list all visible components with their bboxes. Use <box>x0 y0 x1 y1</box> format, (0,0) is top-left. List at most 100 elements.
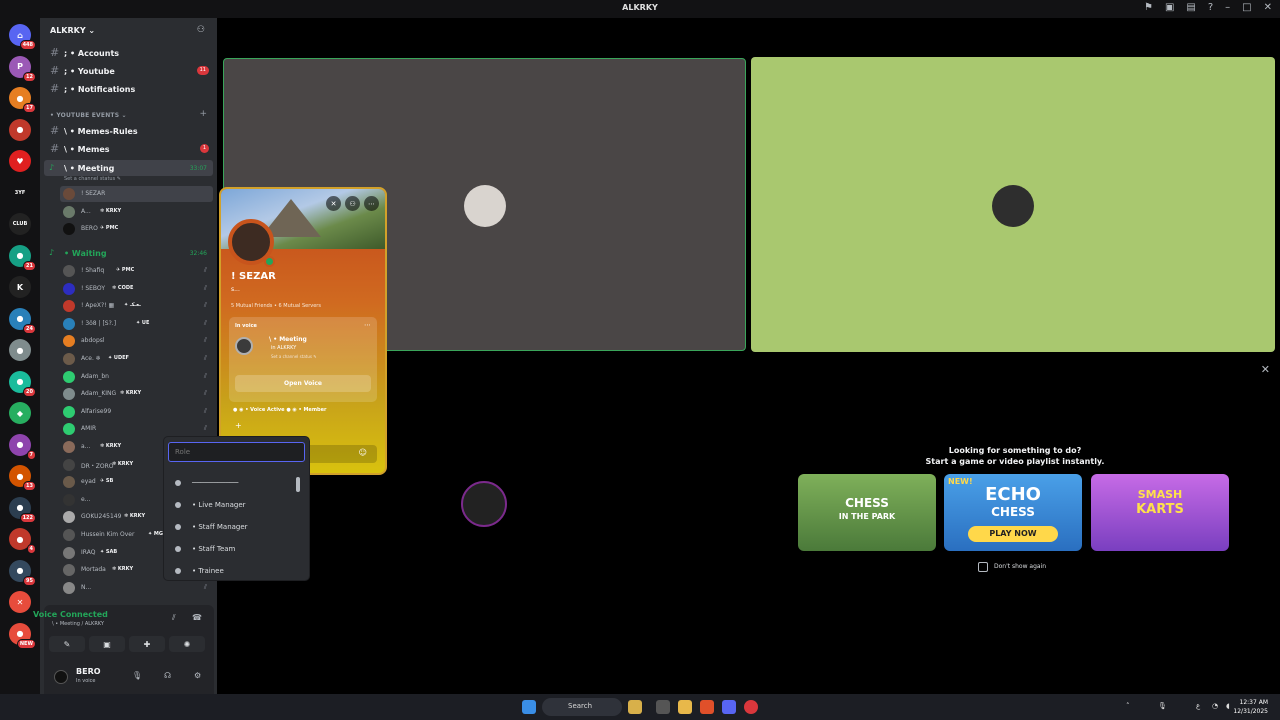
channel-memes[interactable]: # \ • Memes 1 <box>40 141 217 157</box>
minimize-icon[interactable]: – <box>1225 2 1230 13</box>
screen-icon[interactable]: ▣ <box>1165 2 1174 13</box>
role-option-live-manager[interactable]: • Live Manager <box>172 497 292 515</box>
activity-card-smash-karts[interactable]: SMASH KARTS <box>1091 474 1229 551</box>
guild-server-6[interactable]: ● <box>9 339 31 361</box>
video-tile-participant[interactable] <box>751 57 1275 352</box>
open-voice-button[interactable]: Open Voice <box>235 375 371 392</box>
soundboard-button[interactable]: ✺ <box>169 636 205 652</box>
voice-member[interactable]: Adam_KING ❄ KRKY ⫽ <box>60 386 213 402</box>
volume-icon[interactable]: ◖ <box>1226 702 1230 710</box>
disconnect-icon[interactable]: ☎ <box>192 613 202 622</box>
guild-server-p[interactable]: P 12 <box>9 55 36 82</box>
add-channel-icon[interactable]: + <box>199 109 207 119</box>
dont-show-label[interactable]: Don't show again <box>994 563 1046 570</box>
mic-icon[interactable]: 🎙 <box>1158 702 1167 710</box>
role-option-staff-manager[interactable]: • Staff Manager <box>172 519 292 537</box>
guild-server-12[interactable]: ● 4 <box>9 528 36 554</box>
voice-member[interactable]: Adam_bn ⫽ <box>60 369 213 385</box>
guild-server-new[interactable]: ● NEW <box>9 622 36 649</box>
guild-server-2[interactable]: ● 17 <box>9 87 36 113</box>
mutual-info[interactable]: 5 Mutual Friends • 6 Mutual Servers <box>231 303 321 309</box>
guild-server-13[interactable]: ● 95 <box>9 559 36 586</box>
role-option-staff-team[interactable]: • Staff Team <box>172 541 292 559</box>
language-icon[interactable]: ع <box>1196 702 1200 710</box>
taskbar-search[interactable]: Search <box>542 698 622 716</box>
activity-card-echo-chess[interactable]: NEW! ECHO CHESS PLAY NOW <box>944 474 1082 551</box>
guild-server-11[interactable]: ● 122 <box>9 496 36 523</box>
voice-channel-meeting[interactable]: ♪ \ • Meeting 33:07 <box>44 160 213 176</box>
channel-memes-rules[interactable]: # \ • Memes-Rules <box>40 123 217 139</box>
more-icon[interactable]: ⋯ <box>364 321 371 329</box>
guild-server-4[interactable]: ● 21 <box>9 244 36 271</box>
guild-server-3yf[interactable]: 3YF <box>9 181 31 204</box>
channel-notifications[interactable]: # ; • Notifications <box>40 81 217 97</box>
discord-icon[interactable] <box>722 700 736 714</box>
guild-server-9[interactable]: ● 7 <box>9 433 36 460</box>
mic-icon[interactable]: 🎙 <box>132 671 142 680</box>
maximize-icon[interactable]: □ <box>1242 2 1251 13</box>
guild-server-7[interactable]: ● 20 <box>9 370 36 397</box>
server-name[interactable]: ALKRKY ⌄ <box>50 26 95 35</box>
guild-server-club[interactable]: CLUB <box>9 213 31 235</box>
guild-server-heart[interactable]: ♥ <box>9 150 31 172</box>
voice-member[interactable]: abdopsl ⫽ <box>60 333 213 349</box>
voice-connected-sub[interactable]: \ • Meeting / ALKRKY <box>52 621 104 627</box>
wifi-icon[interactable]: ◔ <box>1212 702 1218 710</box>
emoji-icon[interactable]: ☺ <box>359 448 367 457</box>
role-option-trainee[interactable]: • Trainee <box>172 563 292 581</box>
voice-connected-title[interactable]: Voice Connected <box>33 610 108 619</box>
more-icon[interactable]: ⋯ <box>364 196 379 211</box>
add-member-icon[interactable]: ⚇ <box>197 25 205 35</box>
voice-member[interactable]: ! SEZAR <box>60 186 213 202</box>
task-view-icon[interactable] <box>656 700 670 714</box>
gear-icon[interactable]: ⚙ <box>194 671 201 680</box>
voice-member[interactable]: ! ApeX?! ▦ ✦ ـعـكـ ⫽ <box>60 298 213 314</box>
bero-avatar-tile[interactable] <box>461 481 507 527</box>
dont-show-checkbox[interactable] <box>978 562 988 572</box>
play-now-button[interactable]: PLAY NOW <box>968 526 1058 542</box>
voice-channel-waiting[interactable]: ♪ • Waiting 32:46 <box>44 245 213 261</box>
scrollbar[interactable] <box>296 477 300 492</box>
channel-status[interactable]: Set a channel status ✎ <box>64 176 121 182</box>
guild-server-14[interactable]: ✕ <box>9 591 31 613</box>
inbox-icon[interactable]: ⚑ <box>1144 2 1153 13</box>
guild-server-5[interactable]: ● 24 <box>9 307 36 334</box>
chevron-up-icon[interactable]: ˄ <box>1126 702 1130 710</box>
screen-icon-2[interactable]: ▤ <box>1186 2 1195 13</box>
role-search-input[interactable] <box>168 442 305 462</box>
guild-server-8[interactable]: ◆ <box>9 402 31 424</box>
add-friend-icon[interactable]: ⚇ <box>345 196 360 211</box>
app-icon[interactable] <box>628 700 642 714</box>
guild-server-anime[interactable]: ● <box>9 118 31 141</box>
channel-youtube[interactable]: # ; • Youtube 11 <box>40 63 217 79</box>
voice-member[interactable]: Ace. ❄ ✦ UDEF ⫽ <box>60 351 213 367</box>
app-icon-red[interactable] <box>744 700 758 714</box>
avatar[interactable] <box>54 670 68 684</box>
voice-member[interactable]: ! Shafiq ✈ PMC ⫽ <box>60 263 213 279</box>
role-option-divider[interactable]: ─────────── <box>172 475 292 493</box>
camera-off-button[interactable]: ✎ <box>49 636 85 652</box>
guild-server-k[interactable]: K <box>9 276 31 298</box>
server-header[interactable]: ALKRKY ⌄ ⚇ <box>40 18 217 44</box>
channel-accounts[interactable]: # ; • Accounts <box>40 45 217 61</box>
close-icon[interactable]: ✕ <box>1264 2 1272 13</box>
voice-member[interactable]: AMIR ⫽ <box>60 421 213 437</box>
help-icon[interactable]: ? <box>1208 2 1213 13</box>
add-role-icon[interactable]: + <box>235 421 242 430</box>
voice-member[interactable]: ! SEBOY ❄ CODE ⫽ <box>60 281 213 297</box>
close-icon[interactable]: ✕ <box>1261 363 1270 376</box>
close-icon[interactable]: ✕ <box>326 196 341 211</box>
screen-share-button[interactable]: ▣ <box>89 636 125 652</box>
voice-member[interactable]: ! 3ö8 | [S?.] ✦ UE ⫽ <box>60 316 213 332</box>
category-youtube-events[interactable]: • YOUTUBE EVENTS ⌄ <box>50 112 127 119</box>
file-explorer-icon[interactable] <box>678 700 692 714</box>
start-icon[interactable] <box>522 700 536 714</box>
voice-member[interactable]: N... ⫽ <box>60 580 213 596</box>
headphones-icon[interactable]: ☊ <box>164 671 171 680</box>
guild-discord-home[interactable]: ⌂ 448 <box>9 24 36 50</box>
activity-card-chess-park[interactable]: CHESS IN THE PARK <box>798 474 936 551</box>
activity-button[interactable]: ✚ <box>129 636 165 652</box>
user-name[interactable]: BERO <box>76 667 101 676</box>
brave-icon[interactable] <box>700 700 714 714</box>
voice-member[interactable]: A... ❄ KRKY <box>60 204 213 220</box>
